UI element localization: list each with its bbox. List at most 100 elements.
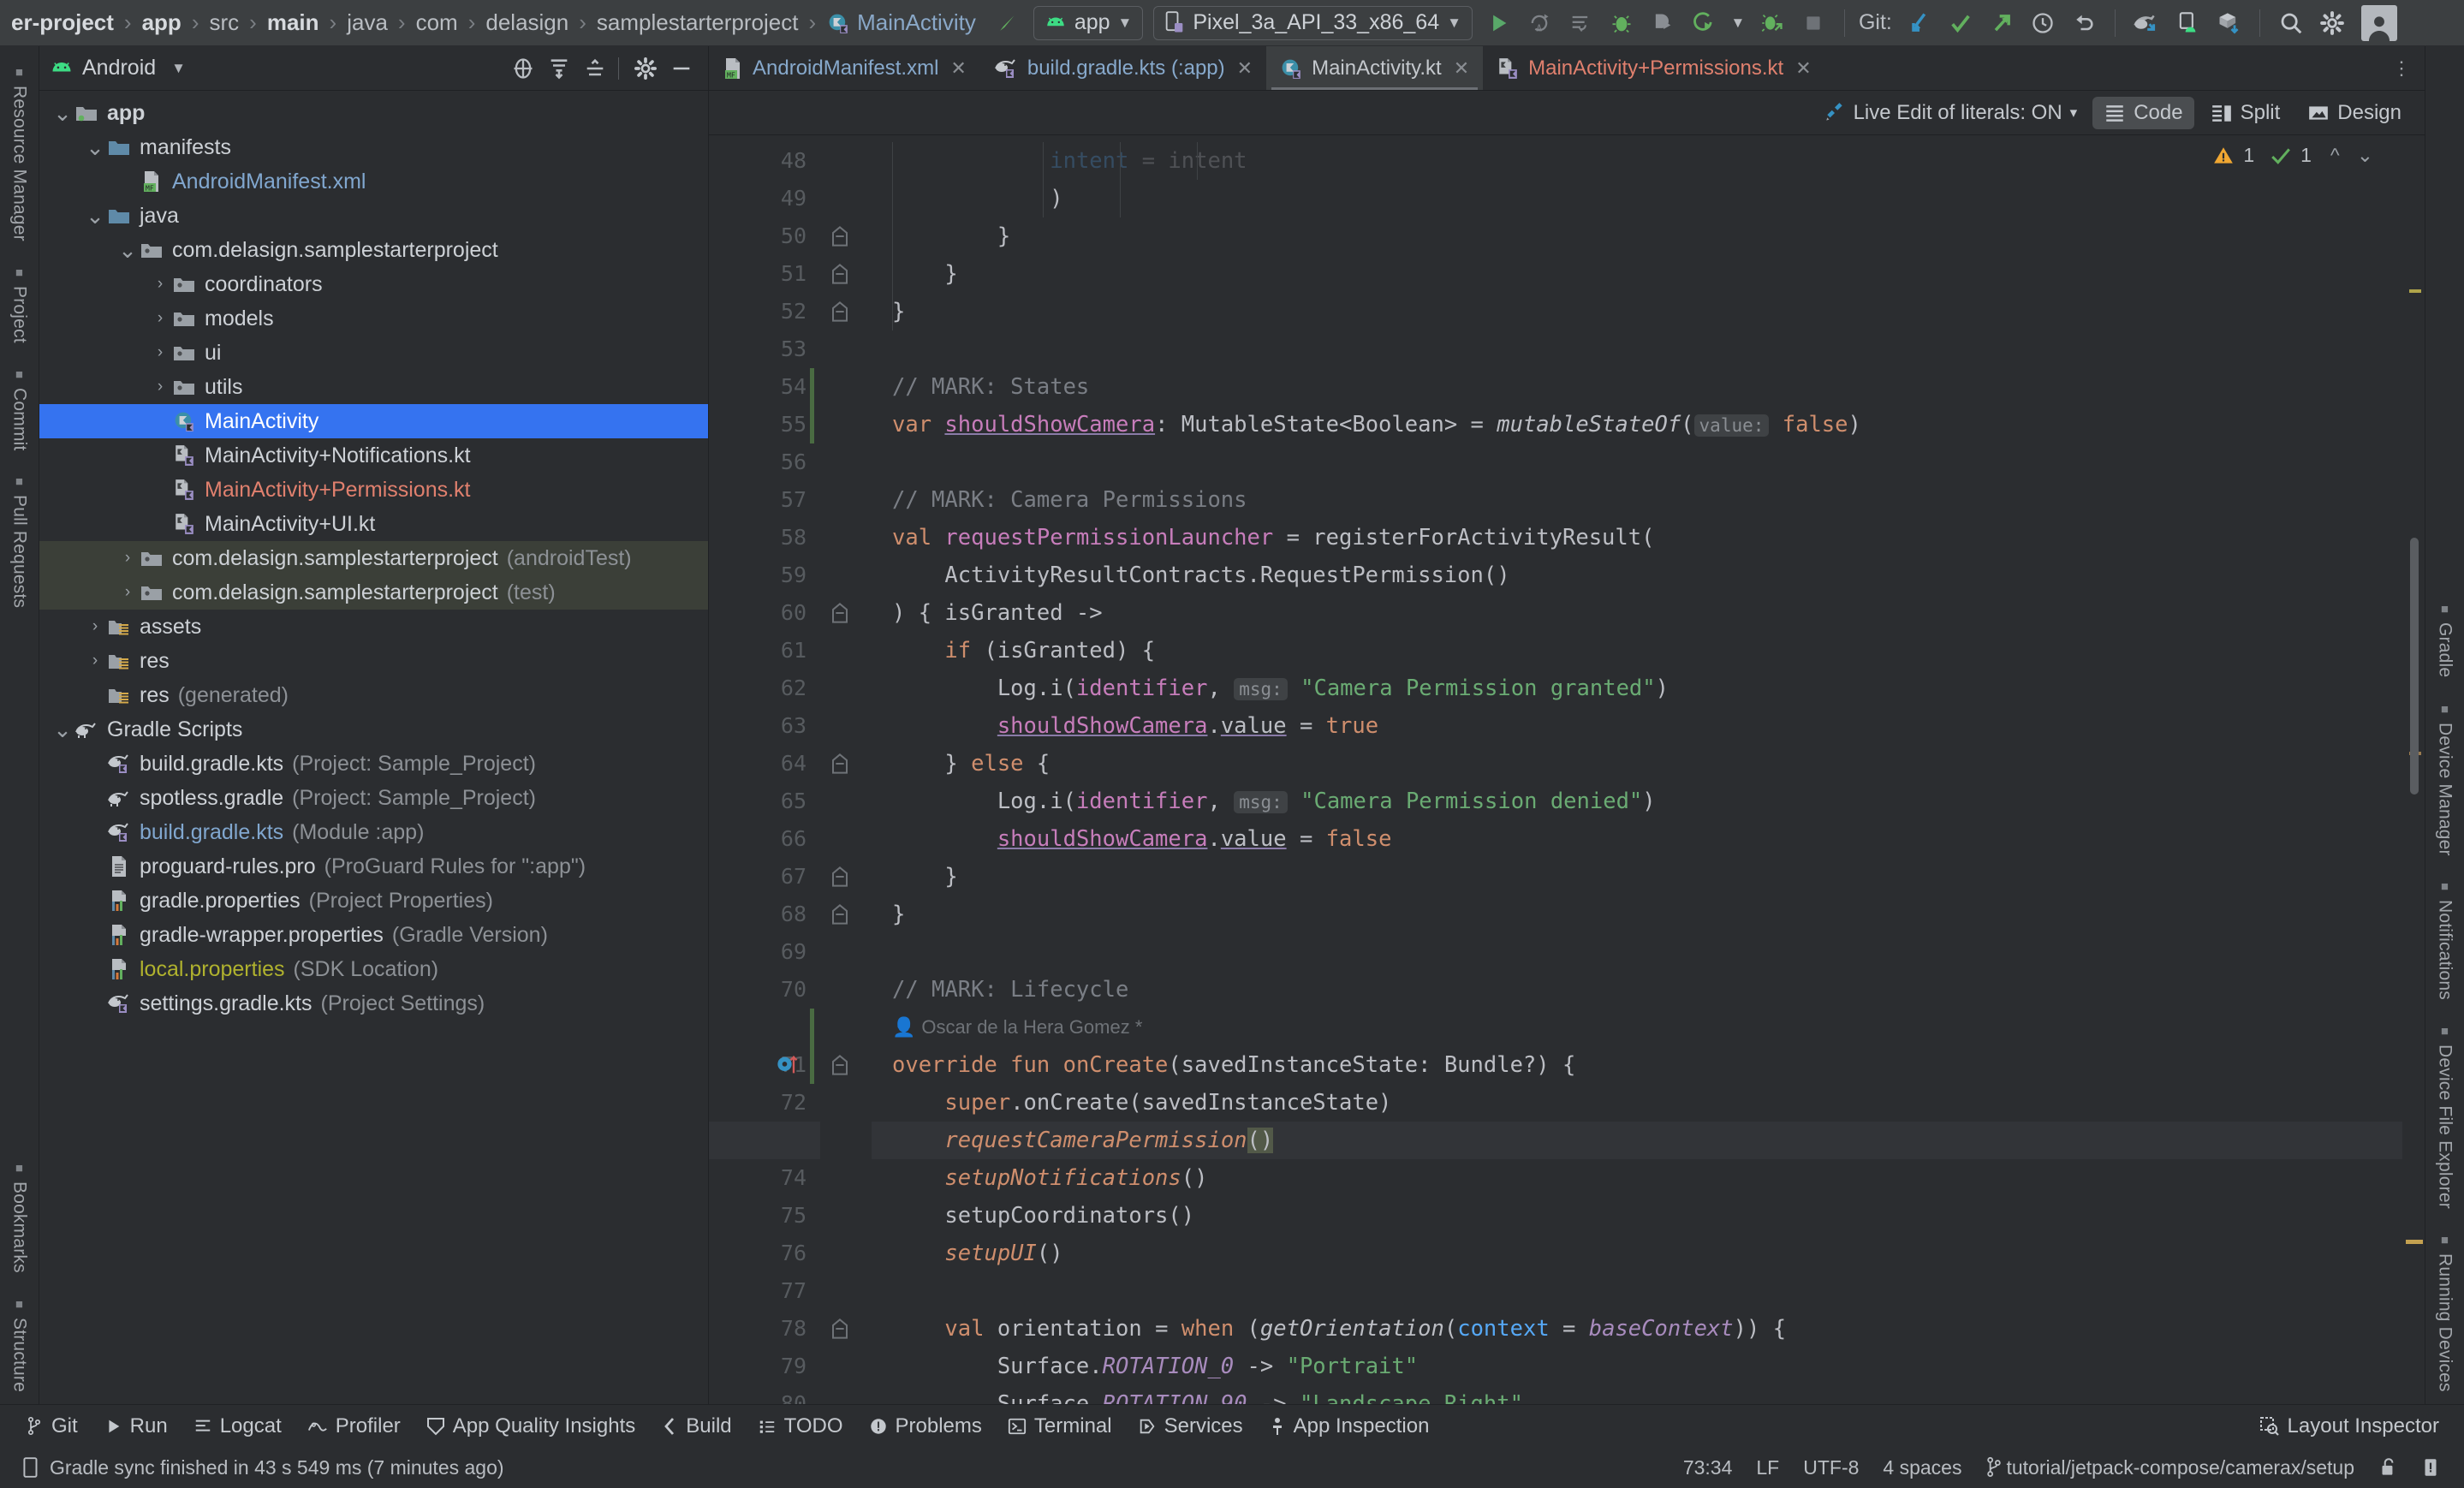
tree-node[interactable]: ⌄ com.delasign.samplestarterproject xyxy=(39,233,708,267)
vcs-change-marker[interactable] xyxy=(810,1009,814,1084)
collapse-all-icon[interactable] xyxy=(579,52,611,85)
indent-setting[interactable]: 4 spaces xyxy=(1871,1456,1973,1479)
tree-node[interactable]: › com.delasign.samplestarterproject (test) xyxy=(39,575,708,610)
profile-icon[interactable] xyxy=(1646,6,1680,40)
code-line[interactable]: // MARK: Camera Permissions xyxy=(892,481,1247,519)
code-line[interactable]: Surface.ROTATION_90 -> "Landscape Right" xyxy=(892,1385,1523,1404)
breadcrumb-item-delasign[interactable]: delasign xyxy=(483,9,571,36)
breadcrumb-item-er-project[interactable]: er-project xyxy=(9,9,116,36)
code-line[interactable]: } else { xyxy=(892,745,1050,783)
rail-item-notifications[interactable]: ■ Notifications xyxy=(2435,879,2455,1000)
inspection-widget[interactable]: 1 1 ^ ⌄ xyxy=(2212,144,2373,167)
fold-marker-icon[interactable] xyxy=(830,904,849,925)
tree-node[interactable]: MF AndroidManifest.xml xyxy=(39,164,708,199)
fold-marker-icon[interactable] xyxy=(830,226,849,247)
scrollbar-warning-tick[interactable] xyxy=(2406,1240,2423,1244)
tree-node[interactable]: › assets xyxy=(39,610,708,644)
breadcrumb-item-app[interactable]: app xyxy=(140,9,184,36)
code-line[interactable]: Surface.ROTATION_0 -> "Portrait" xyxy=(892,1348,1418,1385)
fold-marker-icon[interactable] xyxy=(830,1318,849,1339)
code-line[interactable]: // MARK: States xyxy=(892,368,1089,406)
tree-node[interactable]: › com.delasign.samplestarterproject (andro… xyxy=(39,541,708,575)
tree-node[interactable]: MainActivity+Notifications.kt xyxy=(39,438,708,473)
code-line[interactable]: if (isGranted) { xyxy=(892,632,1155,670)
project-view-selector[interactable]: Android xyxy=(82,56,156,80)
tool-window-button-git[interactable]: Git xyxy=(12,1414,91,1438)
expand-all-icon[interactable] xyxy=(543,52,575,85)
tree-node[interactable]: › res xyxy=(39,644,708,678)
gear-icon[interactable] xyxy=(2315,6,2349,40)
tool-window-button-run[interactable]: Run xyxy=(91,1414,181,1438)
scrollbar-warning-tick[interactable] xyxy=(2409,289,2421,293)
line-separator[interactable]: LF xyxy=(1744,1456,1791,1479)
code-line[interactable]: val orientation = when (getOrientation(c… xyxy=(892,1310,1786,1348)
git-history-icon[interactable] xyxy=(2026,6,2060,40)
chevron-right-icon[interactable]: › xyxy=(84,617,106,636)
sdk-manager-icon[interactable] xyxy=(2211,6,2246,40)
editor-tab[interactable]: build.gradle.kts (:app) ✕ xyxy=(980,46,1266,90)
code-line[interactable]: requestCameraPermission() xyxy=(892,1122,1274,1159)
unlocked-icon[interactable] xyxy=(2366,1456,2409,1479)
code-line[interactable]: ActivityResultContracts.RequestPermissio… xyxy=(892,557,1509,594)
code-line[interactable]: } xyxy=(892,293,905,330)
tree-node[interactable]: MainActivity xyxy=(39,404,708,438)
chevron-down-icon[interactable]: ⌄ xyxy=(51,718,74,741)
tool-window-button-app-inspection[interactable]: App Inspection xyxy=(1256,1414,1443,1438)
device-manager-icon[interactable] xyxy=(2170,6,2205,40)
rail-item-commit[interactable]: ■ Commit xyxy=(9,367,30,451)
close-icon[interactable]: ✕ xyxy=(950,57,966,80)
hide-icon[interactable] xyxy=(665,52,698,85)
code-editor[interactable]: 48 49 50 51 52 53 54 55 56 57 58 59 60 61 62 63 64 65 66 67… xyxy=(709,135,2425,1404)
code-line[interactable]: } xyxy=(892,217,1010,255)
editor-scrollbar[interactable] xyxy=(2402,135,2425,1404)
rail-item-device-manager[interactable]: ■ Device Manager xyxy=(2435,702,2455,856)
rail-item-bookmarks[interactable]: ■ Bookmarks xyxy=(9,1161,30,1273)
fold-gutter[interactable] xyxy=(820,135,872,1404)
override-method-icon[interactable] xyxy=(776,1053,800,1077)
status-memory-icon[interactable] xyxy=(21,1456,41,1479)
code-line[interactable]: } xyxy=(892,858,957,896)
git-branch-label[interactable]: tutorial/jetpack-compose/camerax/setup xyxy=(2006,1456,2366,1479)
chevron-down-icon[interactable]: ⌄ xyxy=(51,102,74,124)
tree-node[interactable]: spotless.gradle (Project: Sample_Project) xyxy=(39,781,708,815)
code-line[interactable]: var shouldShowCamera: MutableState<Boole… xyxy=(892,406,1861,443)
code-line[interactable]: ) xyxy=(892,180,1062,217)
breadcrumb-item-samplestarterproject[interactable]: samplestarterproject xyxy=(594,9,801,36)
git-push-icon[interactable] xyxy=(1985,6,2019,40)
tab-split-view[interactable]: Split xyxy=(2199,97,2292,129)
file-encoding[interactable]: UTF-8 xyxy=(1791,1456,1871,1479)
tab-code-view[interactable]: Code xyxy=(2092,96,2194,129)
gradle-sync-icon[interactable] xyxy=(2129,6,2163,40)
close-icon[interactable]: ✕ xyxy=(1237,57,1253,80)
tree-node[interactable]: › models xyxy=(39,301,708,336)
tab-design-view[interactable]: Design xyxy=(2296,97,2413,129)
breadcrumb-item-mainactivity[interactable]: MainActivity xyxy=(824,9,979,36)
apply-changes-icon[interactable]: A xyxy=(1522,6,1556,40)
tree-node[interactable]: build.gradle.kts (Project: Sample_Project… xyxy=(39,747,708,781)
search-icon[interactable] xyxy=(2274,6,2308,40)
chevron-down-icon[interactable]: ▾ xyxy=(2070,104,2078,122)
code-line[interactable]: super.onCreate(savedInstanceState) xyxy=(892,1084,1391,1122)
breadcrumb-item-src[interactable]: src xyxy=(207,9,242,36)
chevron-down-icon[interactable]: ⌄ xyxy=(2357,144,2373,167)
tool-window-button-layout-inspector[interactable]: Layout Inspector xyxy=(2247,1414,2452,1438)
tree-node[interactable]: › coordinators xyxy=(39,267,708,301)
code-author-annotation[interactable]: 👤 Oscar de la Hera Gomez * xyxy=(892,1009,1142,1046)
make-project-icon[interactable] xyxy=(991,6,1025,40)
code-line[interactable]: } xyxy=(892,255,957,293)
tree-node[interactable]: gradle.properties (Project Properties) xyxy=(39,884,708,918)
chevron-right-icon[interactable]: › xyxy=(84,652,106,670)
fold-marker-icon[interactable] xyxy=(830,866,849,887)
chevron-down-icon[interactable]: ⌄ xyxy=(84,136,106,158)
select-opened-file-icon[interactable] xyxy=(507,52,539,85)
code-line[interactable]: ) { isGranted -> xyxy=(892,594,1103,632)
rail-item-gradle[interactable]: ■ Gradle xyxy=(2435,602,2455,677)
fold-marker-icon[interactable] xyxy=(830,1055,849,1075)
code-line[interactable]: shouldShowCamera.value = false xyxy=(892,820,1392,858)
tree-node[interactable]: res (generated) xyxy=(39,678,708,712)
code-line[interactable]: setupNotifications() xyxy=(892,1159,1207,1197)
tree-node[interactable]: local.properties (SDK Location) xyxy=(39,952,708,986)
chevron-down-icon[interactable]: ⌄ xyxy=(84,205,106,227)
code-line[interactable]: Log.i(identifier, msg: "Camera Permissio… xyxy=(892,670,1669,707)
editor-tab[interactable]: MF AndroidManifest.xml ✕ xyxy=(709,46,980,90)
